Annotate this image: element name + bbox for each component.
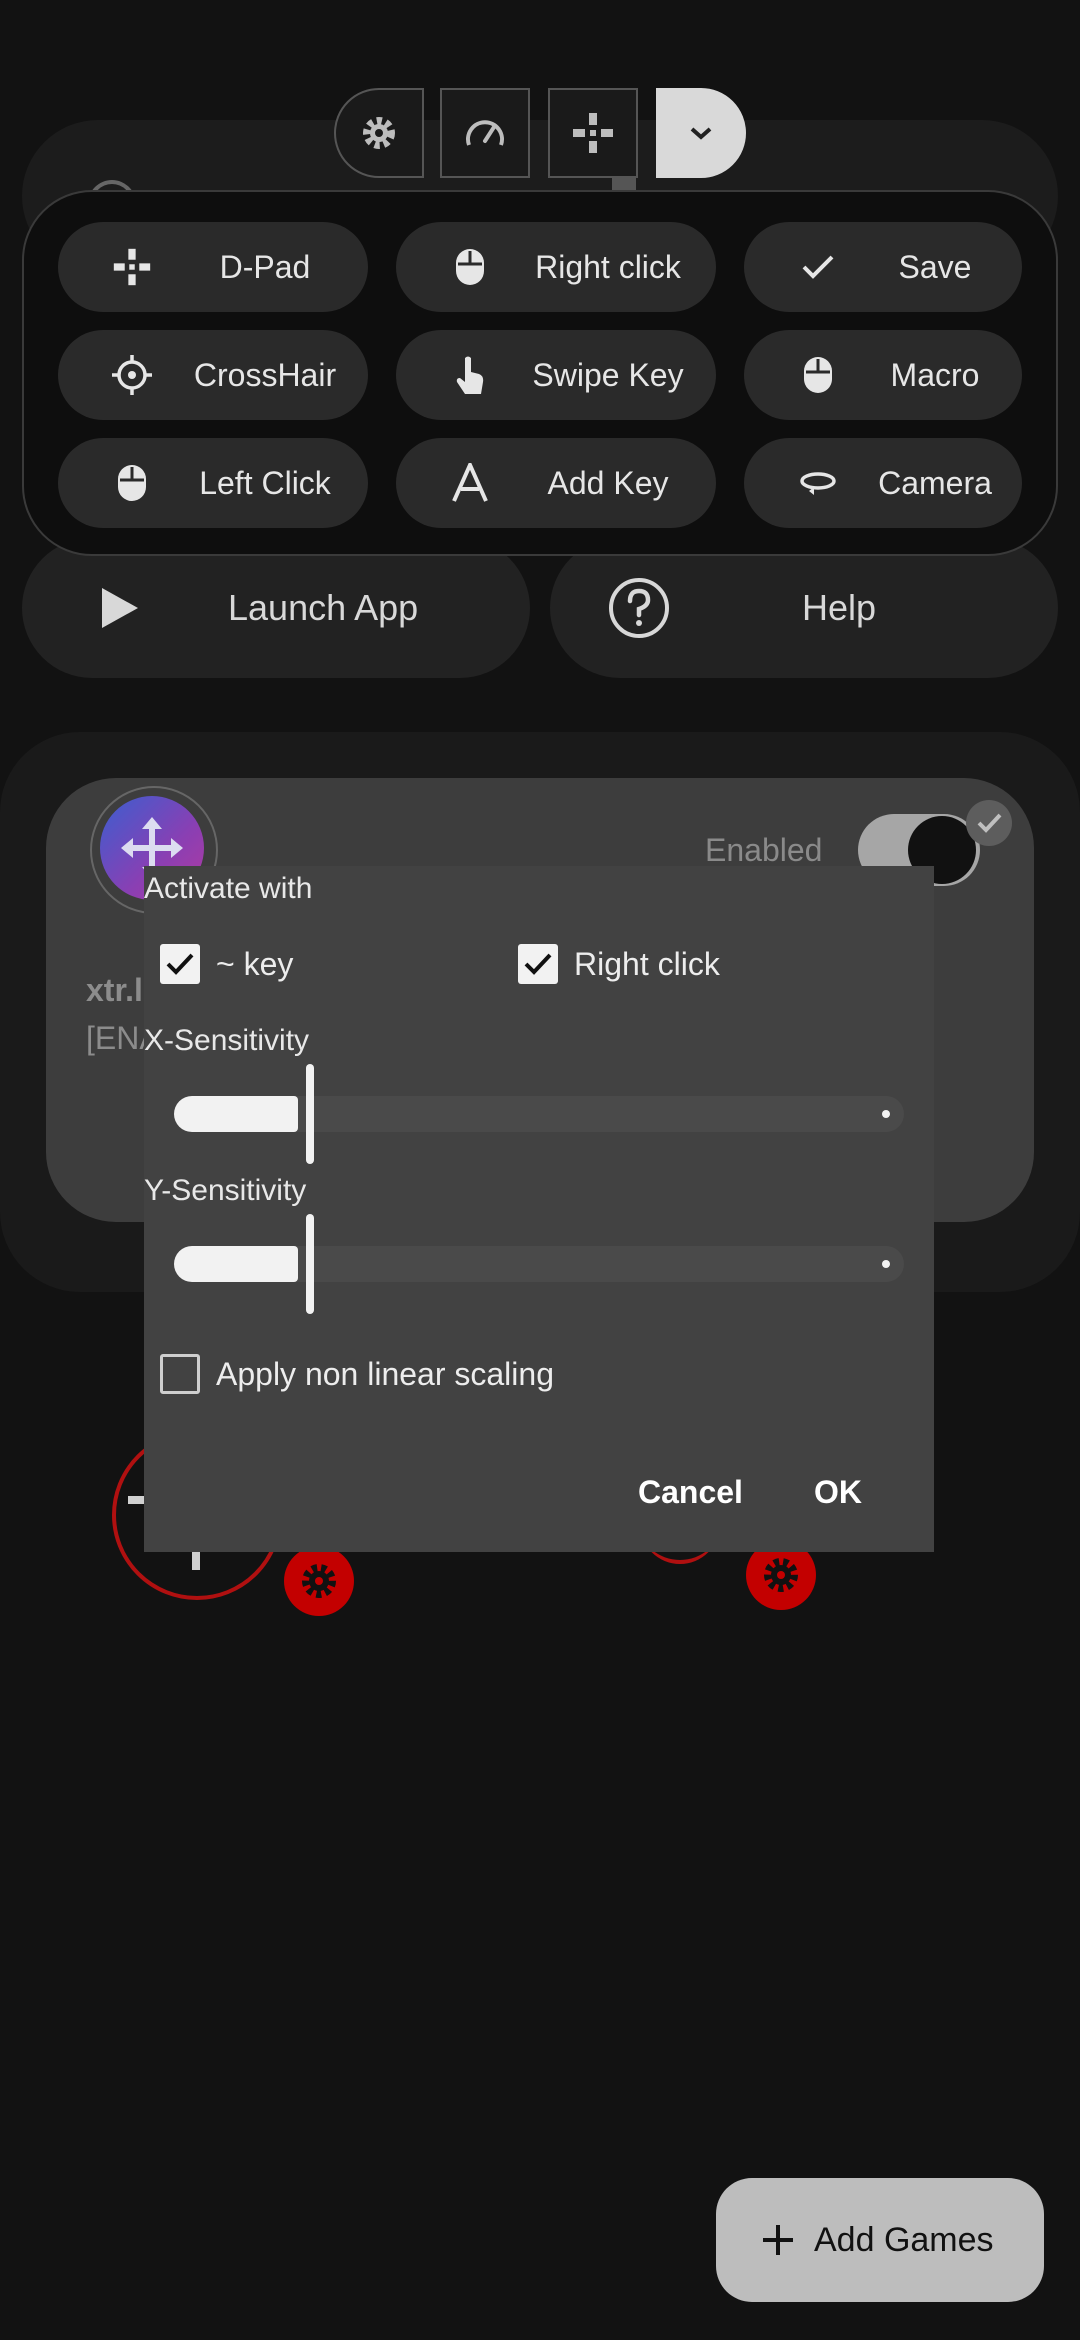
add-games-button[interactable]: Add Games — [716, 2178, 1044, 2302]
mouse-icon — [102, 463, 162, 503]
mouse-icon — [788, 355, 848, 395]
x-slider-end-dot — [882, 1110, 890, 1118]
x-slider-handle[interactable] — [306, 1064, 314, 1164]
add-key-button[interactable]: Add Key — [396, 438, 716, 528]
check-badge-icon — [966, 800, 1012, 846]
swipe-hand-icon — [440, 354, 500, 396]
crosshair-icon — [102, 354, 162, 396]
play-icon — [100, 586, 140, 630]
swipe-key-label: Swipe Key — [532, 356, 684, 393]
y-slider-fill — [174, 1246, 298, 1282]
plus-icon — [760, 2222, 796, 2258]
dpad-icon — [573, 113, 613, 153]
chevron-down-icon — [690, 127, 712, 140]
save-button[interactable]: Save — [744, 222, 1022, 312]
swipe-key-button[interactable]: Swipe Key — [396, 330, 716, 420]
y-sensitivity-slider[interactable] — [174, 1246, 904, 1282]
right-click-key-button[interactable]: Right click — [396, 222, 716, 312]
right-click-checkbox[interactable] — [518, 944, 558, 984]
macro-key-button[interactable]: Macro — [744, 330, 1022, 420]
x-sensitivity-slider[interactable] — [174, 1096, 904, 1132]
x-slider-fill — [174, 1096, 298, 1132]
x-sensitivity-label: X-Sensitivity — [144, 1024, 310, 1057]
marker-settings-button[interactable] — [284, 1546, 354, 1616]
check-icon — [788, 253, 848, 281]
y-slider-handle[interactable] — [306, 1214, 314, 1314]
camera-key-label: Camera — [878, 464, 992, 501]
dialog-title: Activate with — [144, 872, 313, 905]
cancel-button[interactable]: Cancel — [638, 1474, 743, 1511]
gear-icon — [764, 1558, 798, 1592]
gear-icon — [302, 1564, 336, 1598]
rotate-icon — [788, 469, 848, 497]
mouse-icon — [440, 247, 500, 287]
dpad-icon — [102, 247, 162, 287]
help-button[interactable]: Help — [550, 538, 1058, 678]
collapse-button[interactable] — [656, 88, 746, 178]
crosshair-key-label: CrossHair — [193, 356, 337, 393]
launch-app-label: Launch App — [228, 587, 419, 628]
save-label: Save — [898, 248, 972, 285]
left-click-key-label: Left Click — [199, 464, 331, 501]
y-sensitivity-label: Y-Sensitivity — [144, 1174, 307, 1207]
dpad-key-label: D-Pad — [219, 248, 311, 285]
check-icon — [166, 953, 194, 975]
dpad-key-button[interactable]: D-Pad — [58, 222, 368, 312]
speedometer-icon — [466, 120, 504, 146]
add-key-label: Add Key — [547, 464, 669, 501]
check-icon — [524, 953, 552, 975]
add-games-label: Add Games — [814, 2220, 994, 2259]
left-click-key-button[interactable]: Left Click — [58, 438, 368, 528]
help-label: Help — [802, 587, 877, 628]
camera-key-button[interactable]: Camera — [744, 438, 1022, 528]
gear-icon — [363, 117, 395, 149]
nonlinear-checkbox[interactable] — [160, 1354, 200, 1394]
help-icon — [608, 577, 670, 639]
y-slider-end-dot — [882, 1260, 890, 1268]
enabled-label: Enabled — [705, 832, 823, 868]
tilde-key-checkbox[interactable] — [160, 944, 200, 984]
right-click-key-label: Right click — [535, 248, 681, 285]
dpad-button[interactable] — [548, 88, 638, 178]
ok-button[interactable]: OK — [814, 1474, 862, 1511]
launch-app-button[interactable]: Launch App — [22, 538, 530, 678]
macro-key-label: Macro — [890, 356, 980, 393]
settings-button[interactable] — [334, 88, 424, 178]
letter-a-icon — [440, 463, 500, 503]
tilde-key-label: ~ key — [216, 946, 294, 982]
crosshair-key-button[interactable]: CrossHair — [58, 330, 368, 420]
package-name: xtr.l — [86, 972, 143, 1008]
nonlinear-label: Apply non linear scaling — [216, 1356, 554, 1392]
right-click-label: Right click — [574, 946, 720, 982]
speed-button[interactable] — [440, 88, 530, 178]
